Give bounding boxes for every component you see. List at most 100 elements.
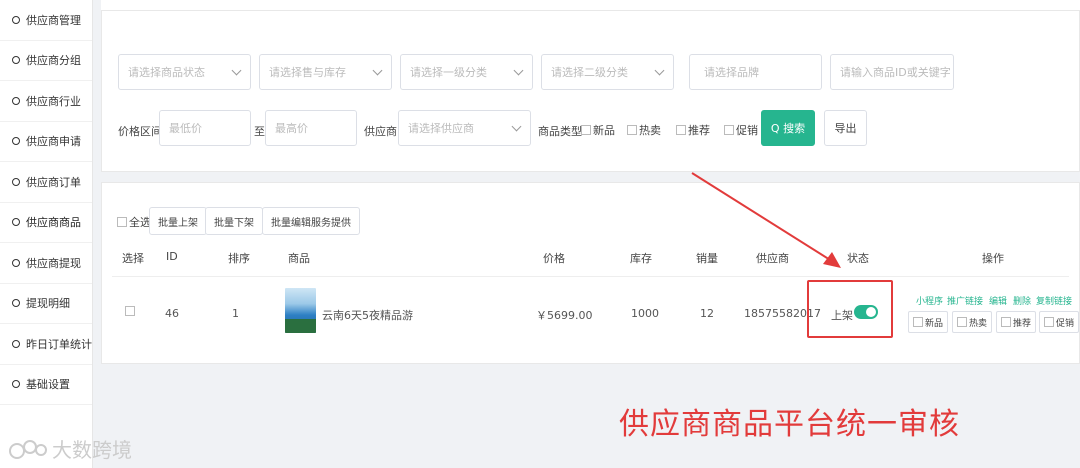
approval-status-select[interactable]: 请选择商品状态 — [118, 54, 251, 90]
copy-link[interactable]: 复制链接 — [1036, 294, 1072, 307]
row-checkbox[interactable] — [125, 306, 135, 316]
type-promo-checkbox[interactable]: 促销 — [724, 122, 758, 138]
checkbox-icon — [117, 217, 127, 227]
sidebar-item-label: 供应商提现 — [26, 256, 81, 270]
supplier-select[interactable]: 请选择供应商 — [398, 110, 531, 146]
input-placeholder: 最高价 — [275, 122, 308, 135]
circle-icon — [12, 137, 20, 146]
watermark-logo-icon — [9, 439, 47, 459]
annotation-text: 供应商商品平台统一审核 — [619, 407, 960, 442]
header-stock: 库存 — [630, 252, 652, 265]
tag-promo-checkbox[interactable]: 促销 — [1039, 311, 1079, 333]
sidebar-item-basic-settings[interactable]: 基础设置 — [0, 365, 92, 405]
brand-input[interactable]: 请选择品牌 — [689, 54, 822, 90]
cell-sort: 1 — [232, 307, 239, 320]
circle-icon — [12, 177, 20, 186]
to-label: 至 — [254, 125, 265, 138]
sidebar-item-label: 提现明细 — [26, 297, 70, 311]
checkbox-icon — [956, 317, 967, 327]
sidebar-item-supplier-group[interactable]: 供应商分组 — [0, 41, 92, 81]
circle-icon — [12, 15, 20, 24]
sidebar-item-supplier-withdraw[interactable]: 供应商提现 — [0, 243, 92, 284]
supplier-label: 供应商 — [364, 125, 397, 138]
tag-new-checkbox[interactable]: 新品 — [908, 311, 948, 333]
cell-stock: 1000 — [631, 307, 659, 320]
edit-link[interactable]: 编辑 — [989, 294, 1007, 307]
main-content: 请选择商品状态 请选择售与库存 请选择一级分类 请选择二级分类 请选择品牌 请输… — [101, 0, 1080, 468]
promo-link[interactable]: 推广链接 — [947, 294, 983, 307]
checkbox-icon — [627, 125, 637, 135]
checkbox-label: 推荐 — [688, 124, 710, 137]
row-divider — [112, 276, 1069, 277]
mini-program-link[interactable]: 小程序 — [916, 294, 943, 307]
watermark-text: 大数跨境 — [52, 438, 132, 462]
category1-select[interactable]: 请选择一级分类 — [400, 54, 533, 90]
search-button[interactable]: Q 搜索 — [761, 110, 815, 146]
sidebar-item-label: 基础设置 — [26, 378, 70, 392]
keyword-input[interactable]: 请输入商品ID或关键字 — [830, 54, 954, 90]
header-select: 选择 — [122, 252, 144, 265]
sidebar: 供应商管理 供应商分组 供应商行业 供应商申请 供应商订单 供应商商品 供应商提… — [0, 0, 93, 468]
circle-icon — [12, 258, 20, 267]
sidebar-item-supplier-products[interactable]: 供应商商品 — [0, 203, 92, 243]
circle-icon — [12, 380, 20, 389]
circle-icon — [12, 339, 20, 348]
header-sales: 销量 — [696, 252, 718, 265]
sidebar-item-yesterday-stats[interactable]: 昨日订单统计 — [0, 324, 92, 365]
sidebar-item-supplier-management[interactable]: 供应商管理 — [0, 0, 92, 41]
cell-sales: 12 — [700, 307, 714, 320]
checkbox-icon — [912, 317, 923, 327]
header-price: 价格 — [543, 252, 565, 265]
chevron-down-icon — [513, 65, 524, 76]
type-recommend-checkbox[interactable]: 推荐 — [676, 122, 710, 138]
circle-icon — [12, 299, 20, 308]
export-button[interactable]: 导出 — [824, 110, 867, 146]
sidebar-item-label: 供应商管理 — [26, 13, 81, 27]
checkbox-label: 促销 — [736, 124, 758, 137]
product-type-label: 商品类型 — [538, 125, 582, 138]
type-hot-checkbox[interactable]: 热卖 — [627, 122, 661, 138]
sidebar-item-supplier-industry[interactable]: 供应商行业 — [0, 81, 92, 122]
sidebar-item-label: 供应商行业 — [26, 94, 81, 108]
header-sort: 排序 — [228, 252, 250, 265]
select-placeholder: 请选择商品状态 — [128, 66, 205, 79]
filter-panel: 请选择商品状态 请选择售与库存 请选择一级分类 请选择二级分类 请选择品牌 请输… — [101, 10, 1080, 172]
sidebar-item-label: 供应商分组 — [26, 54, 81, 68]
header-id: ID — [166, 250, 178, 263]
select-placeholder: 请选择二级分类 — [551, 66, 628, 79]
input-placeholder: 最低价 — [169, 122, 202, 135]
sidebar-item-label: 供应商订单 — [26, 175, 81, 189]
sidebar-item-supplier-application[interactable]: 供应商申请 — [0, 122, 92, 162]
stock-select[interactable]: 请选择售与库存 — [259, 54, 392, 90]
delete-link[interactable]: 删除 — [1013, 294, 1031, 307]
sidebar-item-withdraw-details[interactable]: 提现明细 — [0, 284, 92, 324]
tag-hot-checkbox[interactable]: 热卖 — [952, 311, 992, 333]
checkbox-label: 新品 — [593, 124, 615, 137]
batch-down-button[interactable]: 批量下架 — [205, 207, 263, 235]
sidebar-item-label: 供应商申请 — [26, 135, 81, 149]
min-price-input[interactable]: 最低价 — [159, 110, 251, 146]
max-price-input[interactable]: 最高价 — [265, 110, 357, 146]
checkbox-icon — [1000, 317, 1011, 327]
checkbox-label: 促销 — [1055, 318, 1074, 329]
select-all-checkbox[interactable]: 全选 — [117, 214, 151, 230]
checkbox-label: 全选 — [129, 216, 151, 229]
cell-id: 46 — [165, 307, 179, 320]
checkbox-label: 热卖 — [639, 124, 661, 137]
checkbox-icon — [724, 125, 734, 135]
product-list-panel: 全选 批量上架 批量下架 批量编辑服务提供 选择 ID 排序 商品 价格 库存 … — [101, 182, 1080, 364]
sidebar-item-supplier-orders[interactable]: 供应商订单 — [0, 162, 92, 203]
tag-recommend-checkbox[interactable]: 推荐 — [996, 311, 1036, 333]
category2-select[interactable]: 请选择二级分类 — [541, 54, 674, 90]
header-product: 商品 — [288, 252, 310, 265]
select-placeholder: 请选择售与库存 — [269, 66, 346, 79]
checkbox-label: 推荐 — [1012, 318, 1031, 329]
price-range-label: 价格区间 — [118, 125, 162, 138]
header-supplier: 供应商 — [756, 252, 789, 265]
batch-service-button[interactable]: 批量编辑服务提供 — [262, 207, 360, 235]
type-new-checkbox[interactable]: 新品 — [581, 122, 615, 138]
header-status: 状态 — [847, 252, 869, 265]
checkbox-icon — [676, 125, 686, 135]
batch-up-button[interactable]: 批量上架 — [149, 207, 207, 235]
cell-product-name[interactable]: 云南6天5夜精品游 — [322, 307, 413, 323]
